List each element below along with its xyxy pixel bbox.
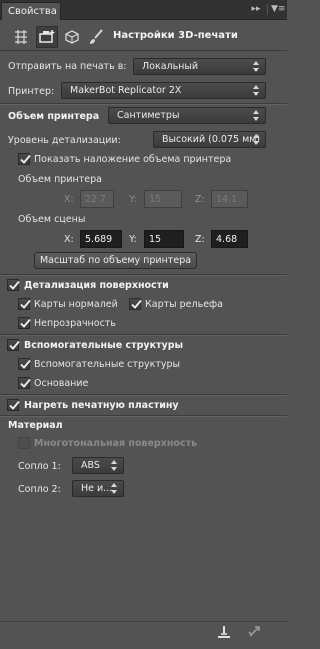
show-overlay-label: Показать наложение объема принтера — [34, 154, 232, 165]
divider — [0, 416, 287, 417]
scene-y-field[interactable]: 15 — [144, 230, 184, 248]
show-overlay-checkbox[interactable] — [18, 153, 31, 165]
multitone-checkbox — [18, 437, 30, 449]
unit-value: Сантиметры — [117, 110, 180, 121]
select-arrows-icon — [110, 460, 118, 471]
nozzle2-select[interactable]: Не и... — [72, 480, 124, 497]
divider — [0, 335, 287, 336]
normal-maps-checkbox[interactable] — [18, 298, 31, 310]
printer-z-label: Z: — [195, 194, 205, 205]
printer-value: MakerBot Replicator 2X — [70, 85, 182, 96]
detail-level-select[interactable]: Высокий (0.075 мм) — [153, 131, 266, 148]
bump-maps-checkbox[interactable] — [129, 298, 142, 310]
surface-detail-checkbox[interactable] — [7, 279, 20, 291]
print-to-label: Отправить на печать в: — [8, 61, 127, 72]
nozzle2-label: Сопло 2: — [18, 484, 61, 495]
print-to-value: Локальный — [142, 61, 199, 72]
support-structures-checkbox[interactable] — [18, 358, 31, 370]
raft-label: Основание — [34, 378, 89, 389]
printer-dims-label: Объем принтера — [18, 174, 102, 185]
select-arrows-icon — [110, 483, 118, 494]
panel-menu-icon[interactable]: ▼≡ — [271, 3, 285, 16]
support-structures-label: Вспомогательные структуры — [34, 359, 181, 370]
select-arrows-icon — [252, 110, 260, 121]
supports-label: Вспомогательные структуры — [24, 340, 184, 351]
opacity-checkbox[interactable] — [18, 317, 31, 329]
divider — [0, 395, 287, 396]
printer-y-field: 15 — [144, 190, 182, 208]
heat-plate-checkbox[interactable] — [7, 399, 20, 411]
normal-maps-label: Карты нормалей — [34, 299, 118, 310]
detail-level-label: Уровень детализации: — [8, 135, 121, 146]
material-label: Материал — [8, 420, 63, 431]
panel-footer — [0, 621, 287, 649]
select-arrows-icon — [252, 85, 260, 96]
page-title: Настройки 3D-печати — [113, 30, 238, 41]
opacity-label: Непрозрачность — [34, 318, 116, 329]
mesh-icon[interactable] — [11, 27, 31, 47]
surface-detail-label: Детализация поверхности — [24, 280, 169, 291]
select-arrows-icon — [252, 134, 260, 145]
scene-dims-label: Объем сцены — [18, 214, 86, 225]
printer-z-field: 14.1 — [211, 190, 248, 208]
reset-icon[interactable] — [246, 624, 262, 640]
scene-z-label: Z: — [195, 234, 205, 245]
scale-to-printer-button[interactable]: Масштаб по объему принтера — [34, 252, 197, 269]
multitone-label: Многотональная поверхность — [34, 438, 198, 449]
printer-x-label: X: — [64, 194, 74, 205]
bump-maps-label: Карты рельефа — [145, 299, 223, 310]
divider — [0, 104, 287, 105]
brush-icon[interactable] — [86, 27, 106, 47]
printer-icon[interactable] — [36, 26, 58, 48]
header-divider — [267, 4, 268, 15]
scene-y-label: Y: — [129, 234, 137, 245]
printer-select[interactable]: MakerBot Replicator 2X — [61, 82, 266, 99]
scene-z-field[interactable]: 4.68 — [211, 230, 248, 248]
double-chevron-right-icon[interactable]: ▸▸ — [248, 3, 264, 16]
scene-x-field[interactable]: 5.689 — [80, 230, 122, 248]
printer-x-field: 22.7 — [80, 190, 114, 208]
drop-to-plane-icon[interactable] — [216, 624, 232, 640]
printer-label: Принтер: — [8, 86, 55, 97]
nozzle1-select[interactable]: ABS — [72, 457, 124, 474]
supports-checkbox[interactable] — [7, 339, 20, 351]
printer-volume-label: Объем принтера — [8, 111, 100, 122]
select-arrows-icon — [252, 61, 260, 72]
detail-level-value: Высокий (0.075 мм) — [162, 134, 261, 145]
cube-icon[interactable] — [62, 27, 82, 47]
printer-y-label: Y: — [129, 194, 137, 205]
raft-checkbox[interactable] — [18, 377, 31, 389]
scene-x-label: X: — [64, 234, 74, 245]
unit-select[interactable]: Сантиметры — [108, 107, 266, 124]
print-to-select[interactable]: Локальный — [133, 58, 266, 75]
nozzle1-label: Сопло 1: — [18, 461, 61, 472]
divider — [0, 275, 287, 276]
nozzle2-value: Не и... — [81, 483, 113, 494]
tab-properties[interactable]: Свойства — [1, 2, 61, 20]
nozzle1-value: ABS — [81, 460, 100, 471]
heat-plate-label: Нагреть печатную пластину — [24, 400, 179, 411]
